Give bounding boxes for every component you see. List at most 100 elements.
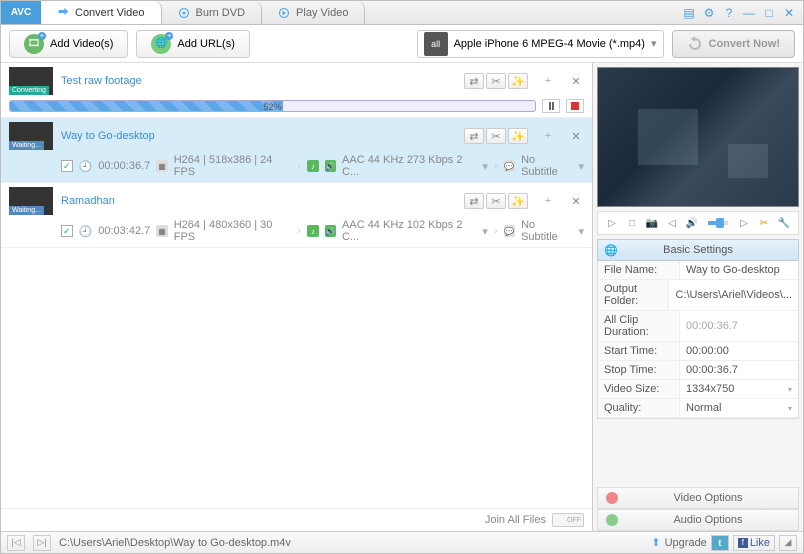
globe-icon: 🌐+ [151, 34, 171, 54]
convert-now-button[interactable]: Convert Now! [672, 30, 796, 58]
like-label: Like [750, 537, 770, 549]
wand-icon[interactable]: ✨ [508, 193, 528, 209]
audio-info[interactable]: AAC 44 KHz 273 Kbps 2 C... [342, 154, 476, 178]
upgrade-label: Upgrade [665, 537, 707, 549]
stop-time-field[interactable]: 00:00:36.7 [680, 361, 798, 379]
remove-icon[interactable]: ✕ [568, 128, 584, 144]
file-item[interactable]: Waiting... Way to Go-desktop ⇄ ✂ ✨ + ✕ ✓… [1, 118, 592, 183]
video-size-dropdown[interactable]: 1334x750 [680, 380, 798, 398]
trim-button[interactable]: ✂ [756, 216, 772, 230]
swap-icon[interactable]: ⇄ [464, 73, 484, 89]
audio-options-row[interactable]: Audio Options [597, 509, 799, 531]
file-item[interactable]: Converting Test raw footage ⇄ ✂ ✨ + ✕ 52… [1, 63, 592, 118]
checkbox[interactable]: ✓ [61, 225, 73, 237]
twitter-button[interactable]: t [711, 535, 729, 551]
cut-icon[interactable]: ✂ [486, 193, 506, 209]
file-name-field[interactable]: Way to Go-desktop [680, 261, 798, 279]
volume-slider[interactable] [708, 221, 728, 225]
tab-convert-video[interactable]: Convert Video [41, 1, 162, 24]
setting-label: Start Time: [598, 342, 680, 360]
file-list-panel: Converting Test raw footage ⇄ ✂ ✨ + ✕ 52… [1, 63, 593, 531]
subtitle-icon: 💬 [504, 225, 515, 237]
stop-button[interactable]: □ [624, 216, 640, 230]
status-badge: Waiting... [9, 141, 44, 150]
cut-icon[interactable]: ✂ [486, 73, 506, 89]
play-button[interactable]: ▷ [604, 216, 620, 230]
close-icon[interactable]: ✕ [781, 6, 797, 20]
start-time-field[interactable]: 00:00:00 [680, 342, 798, 360]
output-profile-selector[interactable]: all Apple iPhone 6 MPEG-4 Movie (*.mp4) … [417, 30, 664, 58]
quality-dropdown[interactable]: Normal [680, 399, 798, 417]
file-name[interactable]: Ramadhan [61, 195, 115, 207]
stop-button[interactable] [566, 99, 584, 113]
help-icon[interactable]: ? [721, 6, 737, 20]
file-path: C:\Users\Ariel\Desktop\Way to Go-desktop… [59, 537, 291, 549]
subtitle-info[interactable]: No Subtitle [521, 154, 572, 178]
chevron-down-icon[interactable]: ▾ [482, 225, 488, 238]
add-videos-button[interactable]: 🎞+ Add Video(s) [9, 30, 128, 58]
speaker-icon: 🔊 [325, 225, 336, 237]
add-icon[interactable]: + [540, 193, 556, 209]
duration: 00:00:36.7 [98, 160, 150, 172]
window-controls: ▤ ⚙ ? — □ ✕ [681, 6, 803, 20]
profile-label: Apple iPhone 6 MPEG-4 Movie (*.mp4) [454, 38, 645, 50]
add-urls-button[interactable]: 🌐+ Add URL(s) [136, 30, 249, 58]
file-item[interactable]: Waiting... Ramadhan ⇄ ✂ ✨ + ✕ ✓ 🕘 00:03:… [1, 183, 592, 248]
chevron-down-icon[interactable]: ▾ [482, 160, 488, 173]
tab-burn-dvd[interactable]: Burn DVD [162, 1, 263, 24]
subtitle-info[interactable]: No Subtitle [521, 219, 572, 243]
pause-button[interactable] [542, 99, 560, 113]
list-icon[interactable]: ▤ [681, 6, 697, 20]
wand-icon[interactable]: ✨ [508, 73, 528, 89]
video-icon: ▦ [156, 160, 167, 172]
cut-icon[interactable]: ✂ [486, 128, 506, 144]
facebook-like-button[interactable]: f Like [733, 535, 775, 551]
file-name[interactable]: Test raw footage [61, 75, 142, 87]
remove-icon[interactable]: ✕ [568, 193, 584, 209]
file-name[interactable]: Way to Go-desktop [61, 130, 155, 142]
next-button[interactable]: ▷ [736, 216, 752, 230]
checkbox[interactable]: ✓ [61, 160, 73, 172]
audio-info[interactable]: AAC 44 KHz 102 Kbps 2 C... [342, 219, 476, 243]
add-icon[interactable]: + [540, 73, 556, 89]
basic-settings-header[interactable]: 🌐 Basic Settings [597, 239, 799, 261]
settings-icon[interactable]: ⚙ [701, 6, 717, 20]
output-folder-field[interactable]: C:\Users\Ariel\Videos\... [669, 280, 798, 310]
refresh-icon [687, 36, 703, 52]
add-icon[interactable]: + [540, 128, 556, 144]
prev-file-button[interactable]: |◁ [7, 535, 25, 551]
profile-icon: all [424, 32, 448, 56]
join-toggle[interactable]: OFF [552, 513, 584, 527]
volume-icon[interactable]: 🔊 [684, 216, 700, 230]
swap-icon[interactable]: ⇄ [464, 128, 484, 144]
video-dot-icon [606, 492, 618, 504]
minimize-icon[interactable]: — [741, 6, 757, 20]
duration: 00:03:42.7 [98, 225, 150, 237]
swap-icon[interactable]: ⇄ [464, 193, 484, 209]
wand-icon[interactable]: ✨ [508, 128, 528, 144]
chevron-down-icon[interactable]: ▾ [579, 225, 585, 238]
toolbar: 🎞+ Add Video(s) 🌐+ Add URL(s) all Apple … [1, 25, 803, 63]
join-files-row: Join All Files OFF [1, 508, 592, 531]
upgrade-button[interactable]: ⬆ Upgrade [651, 536, 706, 549]
video-options-row[interactable]: Video Options [597, 487, 799, 509]
chevron-down-icon[interactable]: ▾ [579, 160, 585, 173]
video-icon: ▦ [156, 225, 167, 237]
subtitle-icon: 💬 [504, 160, 515, 172]
button-label: Add URL(s) [177, 38, 234, 50]
tab-play-video[interactable]: Play Video [262, 1, 365, 24]
tab-label: Play Video [296, 7, 348, 19]
edit-button[interactable]: 🔧 [776, 216, 792, 230]
next-file-button[interactable]: ▷| [33, 535, 51, 551]
prev-button[interactable]: ◁ [664, 216, 680, 230]
main-area: Converting Test raw footage ⇄ ✂ ✨ + ✕ 52… [1, 63, 803, 531]
preview-pane[interactable] [597, 67, 799, 207]
clip-duration-value: 00:00:36.7 [680, 311, 798, 341]
audio-icon: ♪ [307, 160, 318, 172]
status-bar: |◁ ▷| C:\Users\Ariel\Desktop\Way to Go-d… [1, 531, 803, 553]
film-icon: 🎞+ [24, 34, 44, 54]
resize-handle[interactable]: ◢ [779, 535, 797, 551]
remove-icon[interactable]: ✕ [568, 73, 584, 89]
maximize-icon[interactable]: □ [761, 6, 777, 20]
snapshot-button[interactable]: 📷 [644, 216, 660, 230]
